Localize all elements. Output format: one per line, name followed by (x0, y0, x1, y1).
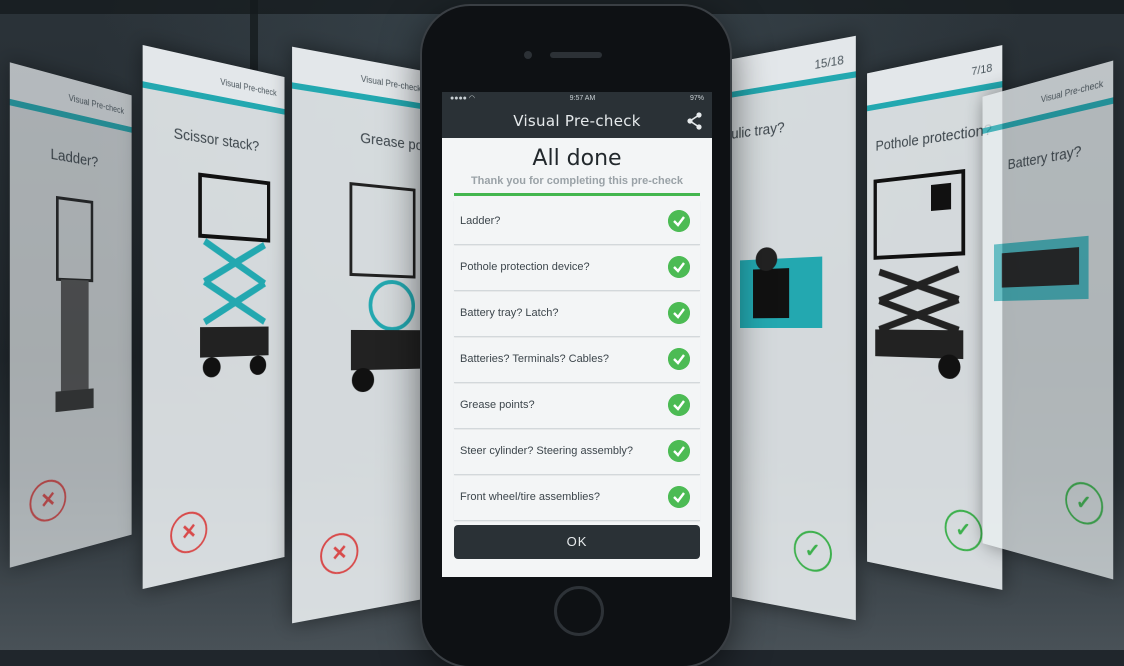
reject-button[interactable]: ✕ (170, 508, 208, 557)
page-title: All done (532, 146, 622, 171)
check-icon (668, 256, 690, 278)
card-question: Ladder? (50, 145, 99, 171)
earpiece-speaker (550, 52, 602, 58)
card-question: Battery tray? (1007, 142, 1082, 174)
precheck-card-scissor-stack: Visual Pre-check Scissor stack? ✕ (142, 44, 285, 590)
item-label: Front wheel/tire assemblies? (460, 491, 601, 503)
smartphone: ●●●● ◠ 9:57 AM 97% Visual Pre-check All … (422, 6, 730, 666)
status-time: 9:57 AM (569, 94, 596, 102)
precheck-card-grease-points: Visual Pre-check Grease points? ✕ (292, 46, 430, 624)
card-question: Hydraulic tray? (731, 118, 785, 148)
progress-bar (454, 193, 700, 196)
precheck-card-hydraulic-tray: 15/18 Hydraulic tray? ✓ (731, 35, 856, 621)
check-icon (668, 486, 690, 508)
progress-fill (454, 193, 700, 196)
item-label: Battery tray? Latch? (460, 307, 559, 319)
phone-screen: ●●●● ◠ 9:57 AM 97% Visual Pre-check All … (442, 92, 712, 577)
confirm-button[interactable]: ✓ (1065, 478, 1104, 529)
precheck-card-battery-tray: Visual Pre-check Battery tray? ✓ (982, 60, 1114, 580)
scissor-lift-illustration (195, 169, 272, 378)
list-item[interactable]: Steer cylinder? Steering assembly? (454, 430, 700, 475)
check-icon (668, 348, 690, 370)
hydraulic-tray-illustration (739, 246, 823, 328)
home-button[interactable] (554, 586, 604, 636)
item-label: Steer cylinder? Steering assembly? (460, 445, 634, 457)
front-camera (524, 51, 532, 59)
battery-tray-illustration (993, 235, 1089, 302)
reject-button[interactable]: ✕ (320, 530, 359, 577)
ladder-lift-illustration (48, 186, 100, 413)
precheck-card-ladder: Visual Pre-check Ladder? ✕ (9, 62, 132, 568)
list-item[interactable]: Front wheel/tire assemblies? (454, 476, 700, 521)
status-bar: ●●●● ◠ 9:57 AM 97% (442, 92, 712, 104)
check-icon (668, 440, 690, 462)
ceiling-beam-2 (250, 0, 258, 70)
nav-bar: Visual Pre-check (442, 104, 712, 138)
item-label: Batteries? Terminals? Cables? (460, 353, 609, 365)
reject-button[interactable]: ✕ (29, 476, 67, 526)
signal-icon: ●●●● ◠ (450, 95, 475, 102)
ok-button[interactable]: OK (454, 525, 700, 559)
share-icon[interactable] (684, 104, 704, 138)
card-question: Grease points? (360, 129, 430, 158)
item-label: Ladder? (460, 215, 501, 227)
confirm-button[interactable]: ✓ (793, 528, 832, 575)
list-item[interactable]: Batteries? Terminals? Cables? (454, 338, 700, 383)
card-question: Scissor stack? (173, 124, 260, 156)
check-icon (668, 394, 690, 416)
list-item[interactable]: Battery tray? Latch? (454, 292, 700, 337)
nav-title: Visual Pre-check (513, 112, 641, 130)
list-item[interactable]: Ladder? (454, 200, 700, 245)
item-label: Pothole protection device? (460, 261, 590, 273)
check-icon (668, 302, 690, 324)
completion-message: Thank you for completing this pre-check (470, 175, 684, 187)
list-item[interactable]: Grease points? (454, 384, 700, 429)
battery-indicator: 97% (689, 94, 704, 102)
check-icon (668, 210, 690, 232)
confirm-button[interactable]: ✓ (944, 507, 983, 555)
pothole-protection-illustration (871, 166, 968, 380)
list-item[interactable]: Pothole protection device? (454, 246, 700, 291)
grease-points-illustration (346, 178, 423, 393)
item-label: Grease points? (460, 399, 535, 411)
checklist: Ladder? Pothole protection device? Batte… (454, 200, 700, 521)
